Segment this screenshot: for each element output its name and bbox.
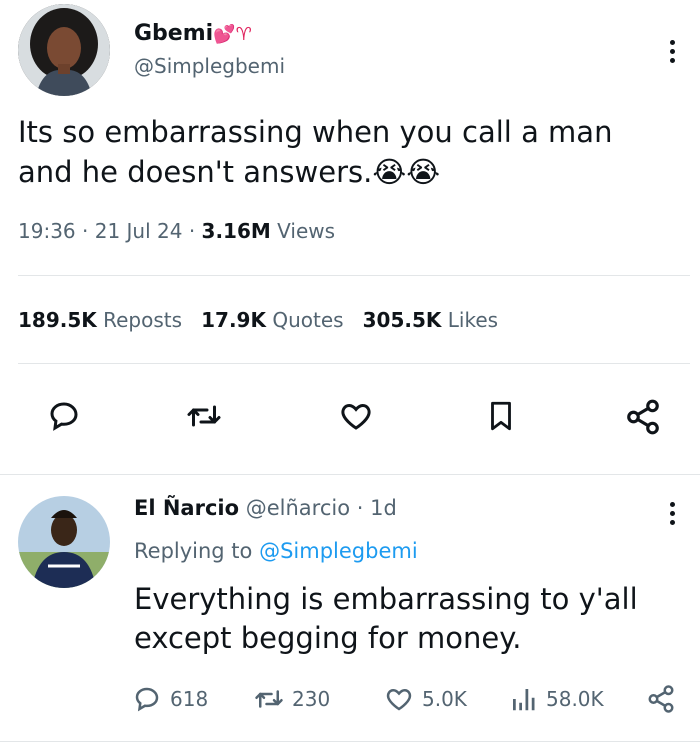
reply-repost-action[interactable]: 230 — [254, 684, 330, 714]
tweet-date[interactable]: 21 Jul 24 — [95, 219, 183, 243]
likes-label: Likes — [447, 308, 499, 332]
views-count: 3.16M — [201, 219, 271, 243]
heart-icon[interactable] — [338, 398, 374, 434]
reposts-stat[interactable]: 189.5K Reposts — [18, 308, 182, 332]
quotes-count: 17.9K — [201, 308, 266, 332]
reply-icon[interactable] — [46, 398, 82, 434]
quotes-label: Quotes — [272, 308, 344, 332]
reply-views-count: 58.0K — [546, 687, 604, 711]
author-name-row[interactable]: Gbemi💕♈ — [134, 21, 252, 46]
repost-icon[interactable] — [186, 398, 222, 434]
reply-replies-count: 618 — [170, 687, 209, 711]
divider — [0, 741, 700, 742]
more-icon[interactable] — [670, 40, 675, 67]
reply-reposts-count: 230 — [292, 687, 331, 711]
reply-likes-count: 5.0K — [422, 687, 467, 711]
repost-icon — [254, 684, 284, 714]
reply-icon — [132, 684, 162, 714]
quotes-stat[interactable]: 17.9K Quotes — [201, 308, 343, 332]
reposts-count: 189.5K — [18, 308, 97, 332]
replying-to: Replying to @Simplegbemi — [134, 539, 418, 563]
tweet-text: Its so embarrassing when you call a man … — [18, 115, 613, 189]
name-emojis: 💕♈ — [213, 24, 252, 45]
reply-display-name[interactable]: El Ñarcio — [134, 496, 239, 520]
reply-reply-action[interactable]: 618 — [132, 684, 208, 714]
views-icon — [508, 684, 538, 714]
tweet-meta: 19:36 · 21 Jul 24 · 3.16M Views — [18, 219, 335, 243]
reply-like-action[interactable]: 5.0K — [384, 684, 467, 714]
likes-stat[interactable]: 305.5K Likes — [363, 308, 498, 332]
share-icon[interactable] — [646, 684, 676, 714]
reply-text: Everything is embarrassing to y'all exce… — [134, 582, 638, 655]
tweet-stats: 189.5K Reposts 17.9K Quotes 305.5K Likes — [18, 308, 498, 332]
share-icon[interactable] — [624, 398, 662, 436]
likes-count: 305.5K — [362, 308, 442, 332]
author-display-name[interactable]: Gbemi — [134, 21, 213, 46]
replying-prefix: Replying to — [134, 539, 253, 563]
reply-header: El Ñarcio @elñarcio · 1d — [134, 496, 397, 520]
reply-author-avatar[interactable] — [18, 496, 110, 588]
divider — [18, 275, 690, 276]
reposts-label: Reposts — [103, 308, 183, 332]
divider — [0, 474, 700, 475]
bookmark-icon[interactable] — [484, 398, 518, 434]
meta-separator: · — [82, 219, 89, 243]
meta-separator: · — [188, 219, 196, 243]
divider — [18, 363, 690, 364]
views-label: Views — [277, 219, 336, 243]
reply-views-action[interactable]: 58.0K — [508, 684, 604, 714]
reply-age[interactable]: · 1d — [357, 496, 397, 520]
tweet-time[interactable]: 19:36 — [18, 219, 76, 243]
author-avatar[interactable] — [18, 4, 110, 96]
reply-more-icon[interactable] — [670, 502, 675, 529]
heart-icon — [384, 684, 414, 714]
author-handle[interactable]: @Simplegbemi — [134, 54, 285, 78]
reply-handle[interactable]: @elñarcio — [246, 496, 350, 520]
replying-handle-link[interactable]: @Simplegbemi — [259, 539, 418, 563]
